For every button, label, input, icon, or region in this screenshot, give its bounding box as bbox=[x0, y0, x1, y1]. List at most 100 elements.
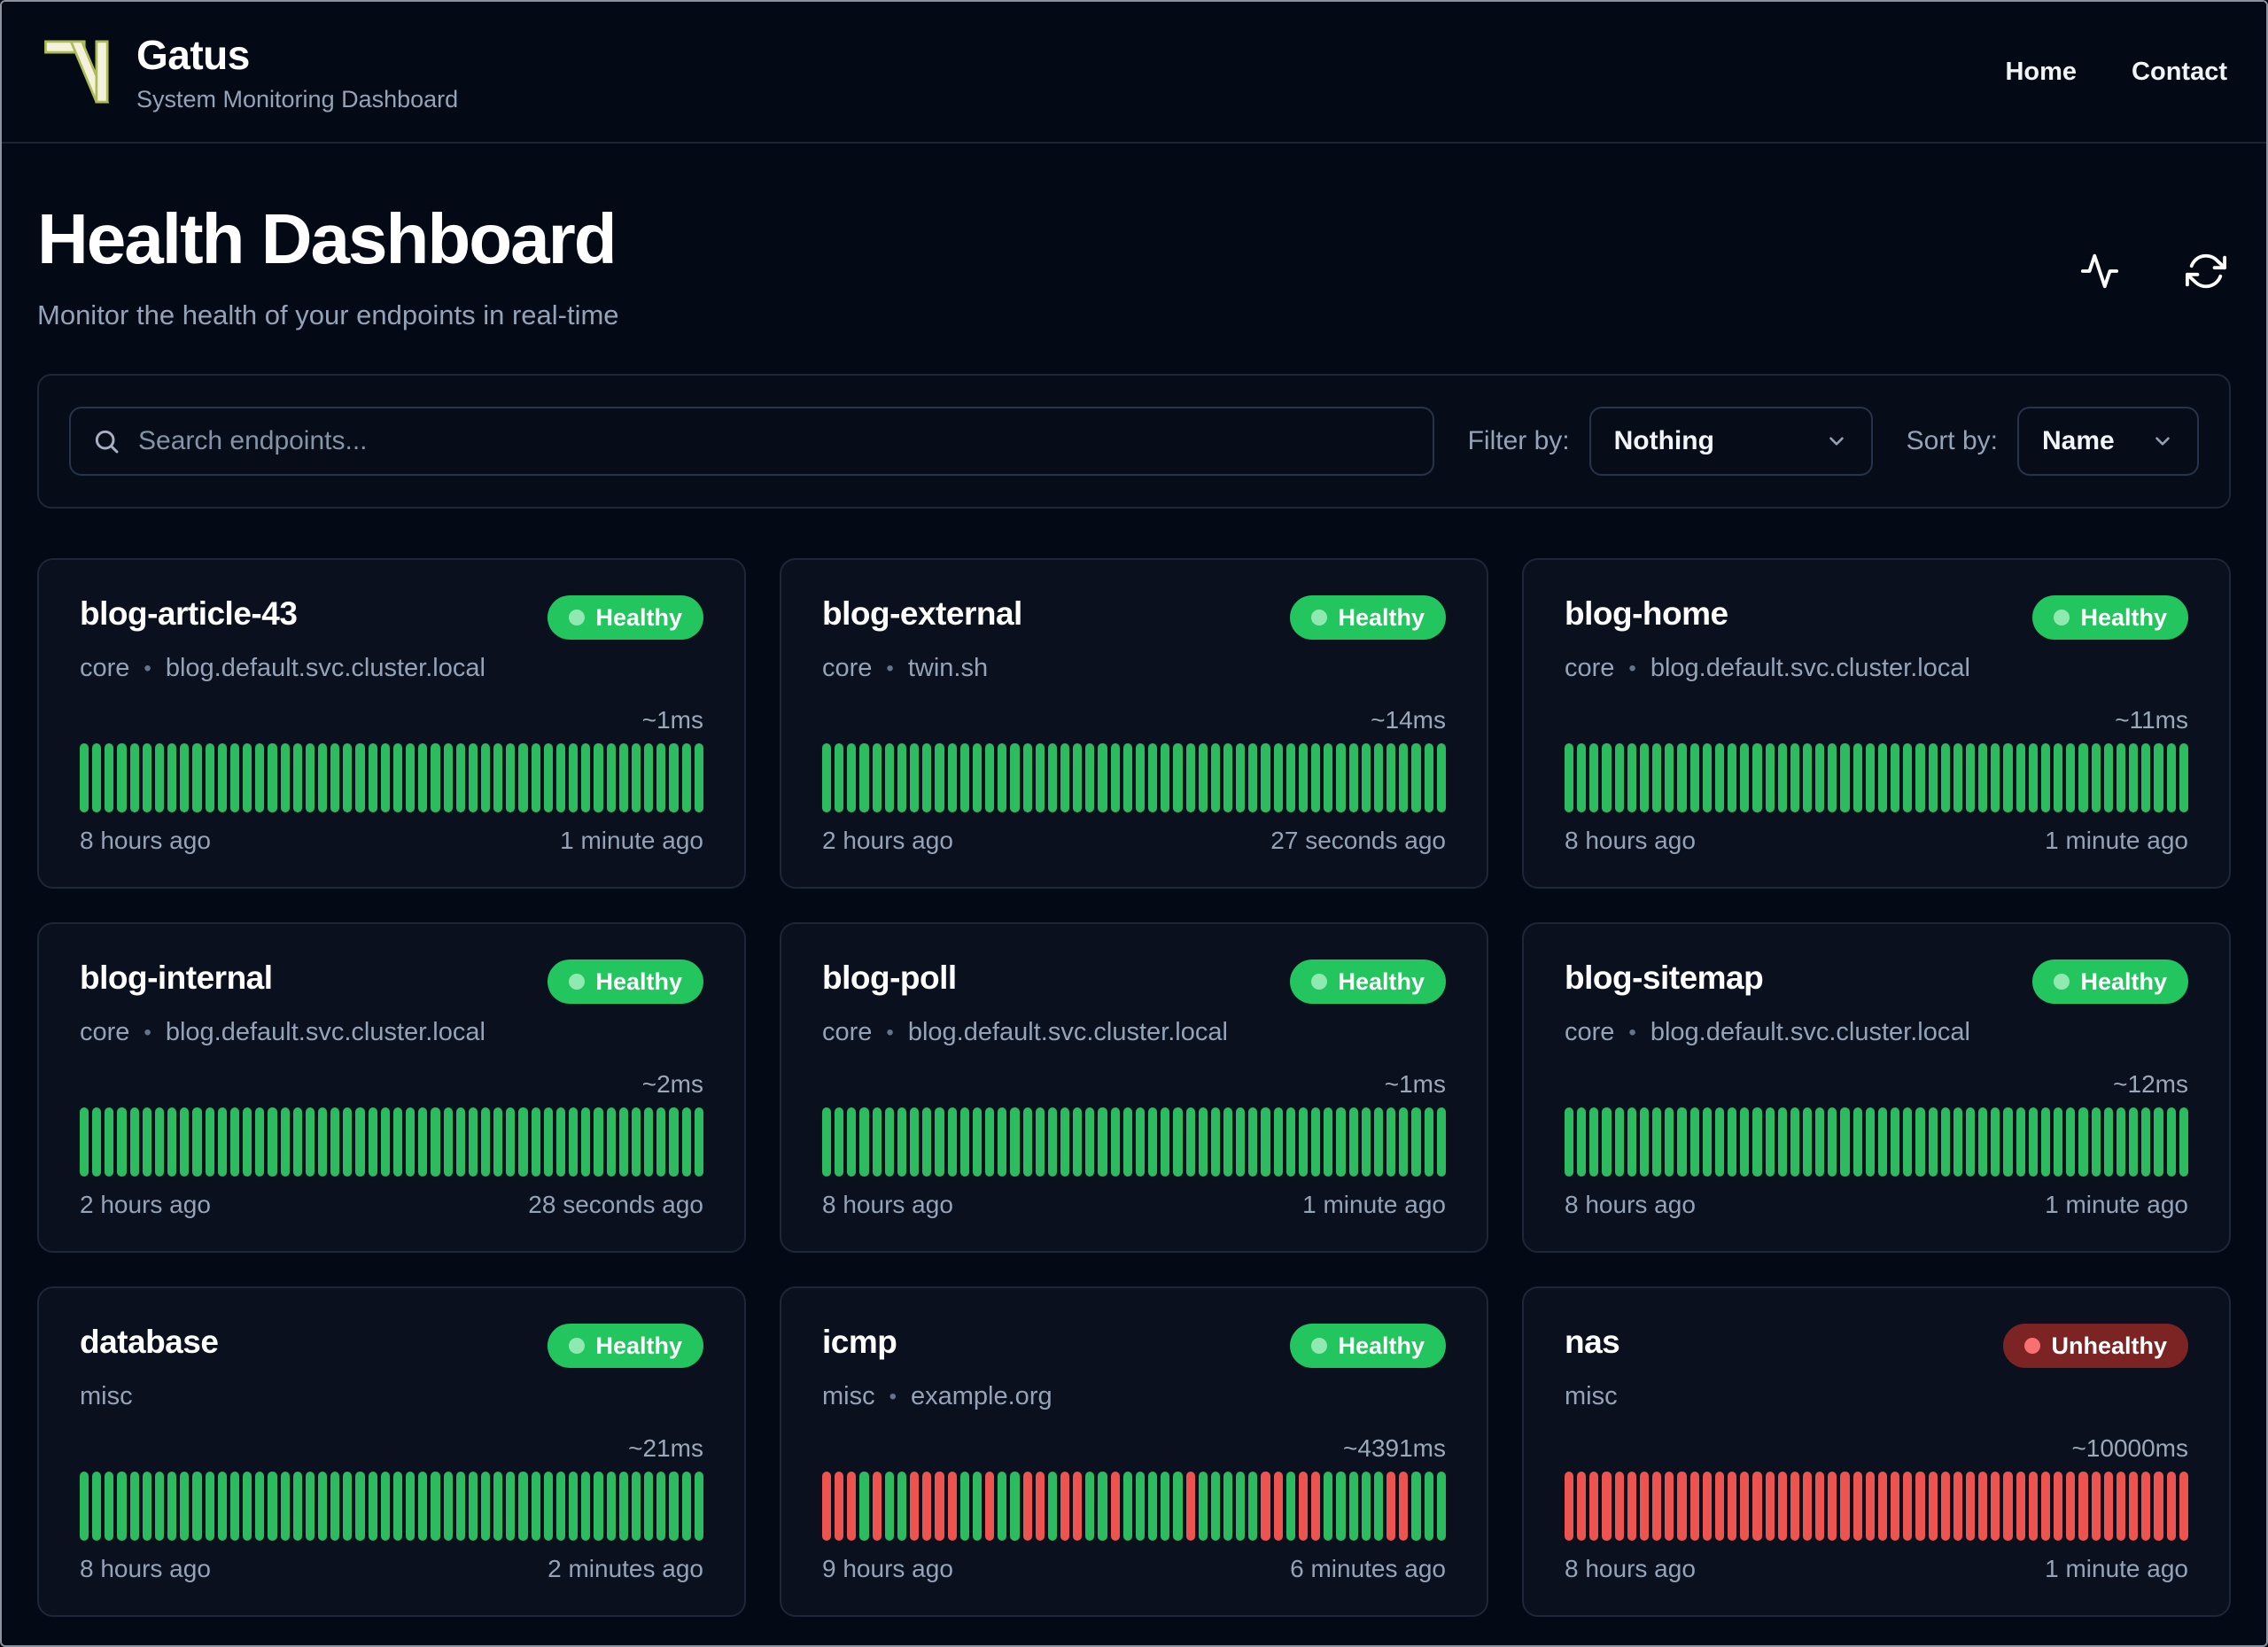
uptime-bar-success[interactable] bbox=[872, 1107, 882, 1177]
uptime-bar-success[interactable] bbox=[1173, 743, 1183, 812]
uptime-bar-failure[interactable] bbox=[1311, 1472, 1321, 1541]
endpoint-card[interactable]: blog-external Healthy core • twin.sh ~14… bbox=[780, 558, 1488, 889]
uptime-bar-success[interactable] bbox=[959, 1107, 969, 1177]
uptime-bar-success[interactable] bbox=[1210, 1107, 1220, 1177]
uptime-bar-success[interactable] bbox=[594, 1472, 603, 1541]
uptime-bar-success[interactable] bbox=[455, 1472, 465, 1541]
uptime-bar-success[interactable] bbox=[618, 743, 628, 812]
uptime-bar-success[interactable] bbox=[1261, 743, 1270, 812]
uptime-bar-success[interactable] bbox=[2066, 1107, 2076, 1177]
uptime-bar-success[interactable] bbox=[1198, 743, 1208, 812]
uptime-bar-failure[interactable] bbox=[1035, 1472, 1045, 1541]
uptime-bar-failure[interactable] bbox=[822, 1472, 832, 1541]
uptime-bar-success[interactable] bbox=[2154, 743, 2163, 812]
uptime-bar-failure[interactable] bbox=[1815, 1472, 1825, 1541]
uptime-bar-success[interactable] bbox=[1073, 1107, 1083, 1177]
uptime-bar-failure[interactable] bbox=[1386, 1472, 1396, 1541]
uptime-bar-success[interactable] bbox=[229, 1107, 240, 1177]
uptime-bar-success[interactable] bbox=[631, 1107, 641, 1177]
uptime-bar-success[interactable] bbox=[1324, 1472, 1333, 1541]
uptime-bar-failure[interactable] bbox=[910, 1472, 920, 1541]
uptime-bar-success[interactable] bbox=[1098, 743, 1107, 812]
uptime-bar-success[interactable] bbox=[468, 743, 478, 812]
refresh-icon[interactable] bbox=[2185, 250, 2227, 292]
uptime-bar-success[interactable] bbox=[481, 1472, 491, 1541]
uptime-bar-success[interactable] bbox=[493, 1107, 503, 1177]
uptime-bar-success[interactable] bbox=[392, 743, 403, 812]
uptime-bar-success[interactable] bbox=[1361, 1472, 1371, 1541]
uptime-bar-success[interactable] bbox=[1915, 743, 1925, 812]
uptime-bar-success[interactable] bbox=[2116, 1107, 2126, 1177]
uptime-bar-failure[interactable] bbox=[1060, 1472, 1070, 1541]
uptime-bar-success[interactable] bbox=[1248, 1107, 1258, 1177]
uptime-bar-success[interactable] bbox=[1424, 1107, 1433, 1177]
uptime-bar-failure[interactable] bbox=[2141, 1472, 2151, 1541]
uptime-bar-success[interactable] bbox=[910, 743, 920, 812]
uptime-bar-success[interactable] bbox=[280, 1472, 290, 1541]
uptime-bar-success[interactable] bbox=[1991, 1107, 2000, 1177]
uptime-bar-success[interactable] bbox=[531, 743, 540, 812]
uptime-bar-failure[interactable] bbox=[985, 1472, 995, 1541]
uptime-bar-failure[interactable] bbox=[1399, 1472, 1409, 1541]
uptime-bar-success[interactable] bbox=[872, 743, 882, 812]
uptime-bar-success[interactable] bbox=[1223, 1472, 1233, 1541]
uptime-bar-success[interactable] bbox=[1261, 1107, 1270, 1177]
uptime-bar-success[interactable] bbox=[154, 743, 165, 812]
uptime-bar-success[interactable] bbox=[1060, 743, 1070, 812]
uptime-bar-success[interactable] bbox=[180, 1472, 190, 1541]
uptime-bar-success[interactable] bbox=[2129, 1107, 2139, 1177]
uptime-bar-success[interactable] bbox=[506, 1107, 516, 1177]
uptime-bar-success[interactable] bbox=[1903, 1107, 1913, 1177]
uptime-bar-success[interactable] bbox=[1652, 1107, 1662, 1177]
uptime-bar-success[interactable] bbox=[431, 743, 440, 812]
uptime-bar-success[interactable] bbox=[1639, 743, 1650, 812]
uptime-bar-success[interactable] bbox=[2179, 743, 2188, 812]
uptime-bar-failure[interactable] bbox=[2066, 1472, 2076, 1541]
uptime-bar-success[interactable] bbox=[1122, 1107, 1132, 1177]
uptime-bar-success[interactable] bbox=[292, 1107, 302, 1177]
uptime-bar-success[interactable] bbox=[631, 1472, 641, 1541]
uptime-bar-success[interactable] bbox=[1815, 743, 1825, 812]
uptime-bar-success[interactable] bbox=[569, 1107, 579, 1177]
uptime-bar-failure[interactable] bbox=[1877, 1472, 1888, 1541]
uptime-bar-failure[interactable] bbox=[2154, 1472, 2163, 1541]
uptime-bar-success[interactable] bbox=[1022, 1107, 1032, 1177]
uptime-bar-success[interactable] bbox=[1161, 1472, 1170, 1541]
filter-select[interactable]: Nothing bbox=[1588, 407, 1873, 476]
uptime-bar-success[interactable] bbox=[2040, 1107, 2051, 1177]
uptime-bar-success[interactable] bbox=[343, 1472, 353, 1541]
uptime-bar-success[interactable] bbox=[543, 1107, 553, 1177]
uptime-bar-success[interactable] bbox=[1047, 743, 1057, 812]
uptime-bar-success[interactable] bbox=[922, 743, 932, 812]
uptime-bar-success[interactable] bbox=[1424, 1472, 1433, 1541]
uptime-bar-success[interactable] bbox=[1903, 743, 1913, 812]
uptime-bar-success[interactable] bbox=[1577, 1107, 1587, 1177]
uptime-bar-success[interactable] bbox=[1740, 1107, 1750, 1177]
uptime-bar-success[interactable] bbox=[694, 1472, 703, 1541]
uptime-bar-success[interactable] bbox=[1777, 743, 1787, 812]
uptime-bar-success[interactable] bbox=[217, 743, 227, 812]
uptime-bar-success[interactable] bbox=[154, 1107, 165, 1177]
uptime-bar-success[interactable] bbox=[1098, 1472, 1107, 1541]
uptime-bar-success[interactable] bbox=[959, 1472, 969, 1541]
uptime-bar-success[interactable] bbox=[1689, 743, 1699, 812]
uptime-bar-success[interactable] bbox=[1173, 1472, 1183, 1541]
uptime-bar-success[interactable] bbox=[1285, 1107, 1295, 1177]
uptime-bar-success[interactable] bbox=[406, 1472, 416, 1541]
uptime-bar-success[interactable] bbox=[1966, 1107, 1976, 1177]
uptime-bar-success[interactable] bbox=[1336, 1107, 1346, 1177]
uptime-bar-success[interactable] bbox=[555, 743, 566, 812]
uptime-bar-failure[interactable] bbox=[835, 1472, 844, 1541]
uptime-bar-success[interactable] bbox=[935, 1107, 944, 1177]
uptime-bar-success[interactable] bbox=[822, 1107, 832, 1177]
uptime-bar-success[interactable] bbox=[380, 743, 390, 812]
uptime-bar-success[interactable] bbox=[292, 1472, 302, 1541]
uptime-bar-success[interactable] bbox=[555, 1472, 566, 1541]
uptime-bar-success[interactable] bbox=[243, 1472, 252, 1541]
uptime-bar-success[interactable] bbox=[2066, 743, 2076, 812]
uptime-bar-success[interactable] bbox=[1373, 1472, 1384, 1541]
uptime-bar-failure[interactable] bbox=[1298, 1472, 1309, 1541]
uptime-bar-success[interactable] bbox=[1752, 1107, 1762, 1177]
uptime-bar-success[interactable] bbox=[606, 1107, 616, 1177]
uptime-bar-success[interactable] bbox=[1010, 1472, 1020, 1541]
